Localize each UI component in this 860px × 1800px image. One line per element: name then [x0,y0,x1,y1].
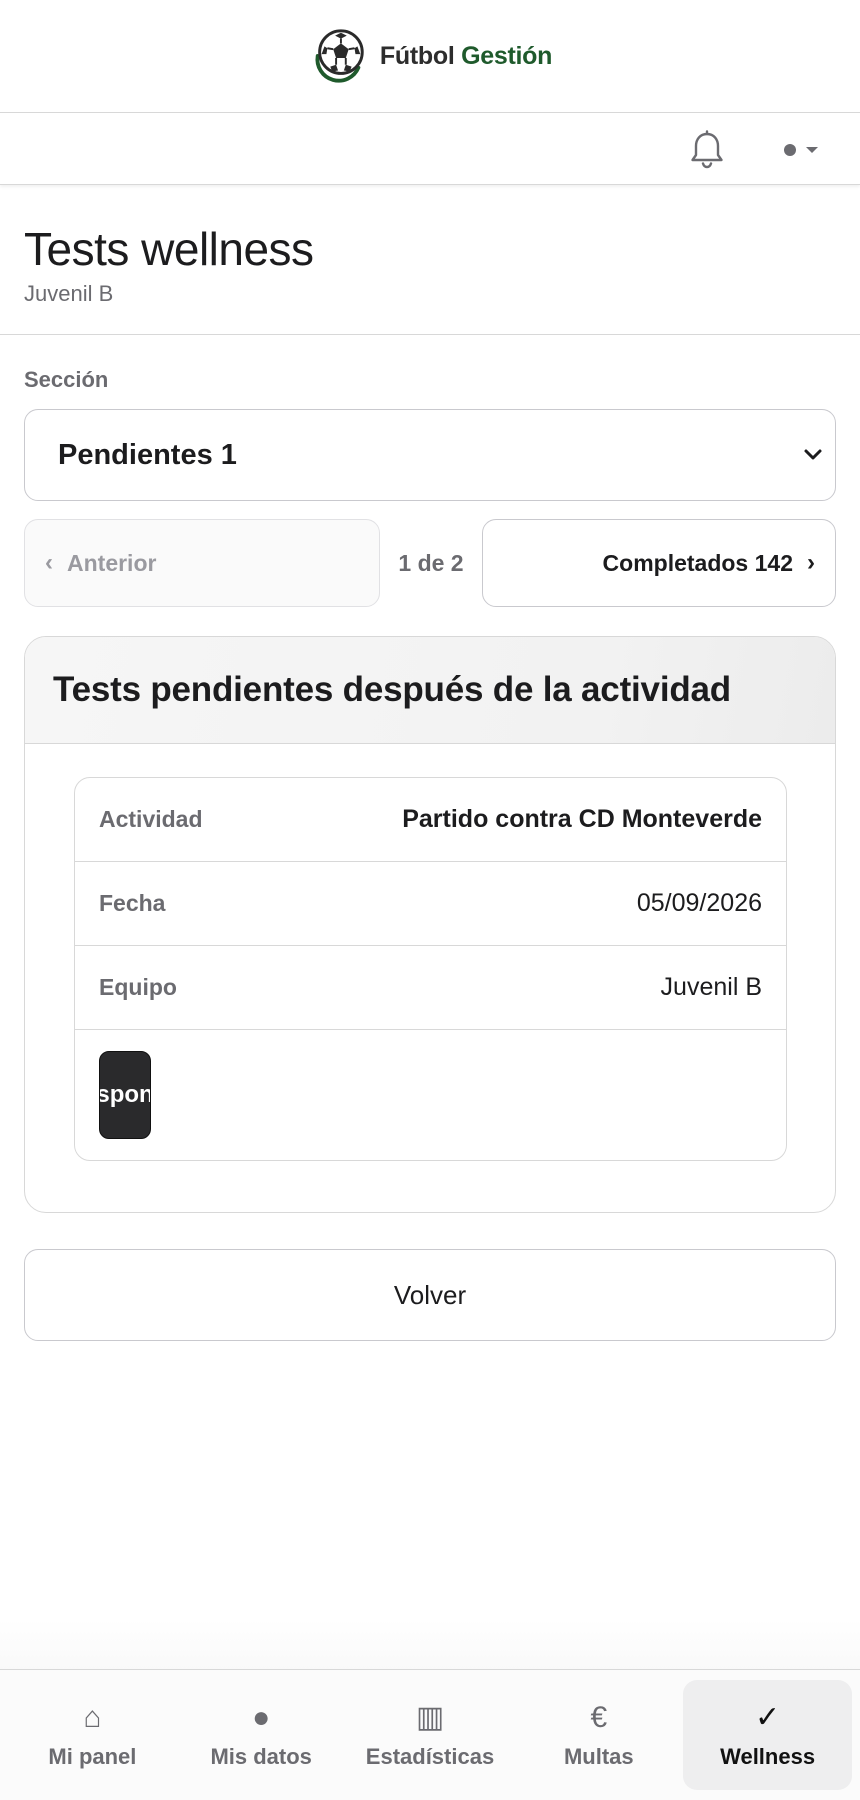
brand-name: Fútbol Gestión [380,42,552,71]
info-value: Partido contra CD Monteverde [402,805,762,833]
user-menu[interactable] [784,140,818,160]
respond-button-label: spon [99,1081,151,1108]
respond-button[interactable]: spon [99,1051,151,1139]
brand-logo-link[interactable]: Fútbol Gestión [308,25,552,87]
home-icon: ⌂ [83,1701,102,1734]
bottom-fade [0,1620,860,1670]
nav-item-wellness[interactable]: ✓ Wellness [683,1680,852,1790]
dot-icon: ● [252,1701,271,1734]
nav-label: Multas [563,1744,634,1769]
info-label: Actividad [99,806,203,832]
bell-icon[interactable] [688,130,726,170]
nav-label: Estadísticas [365,1744,495,1769]
info-action-row: spon [75,1030,786,1160]
previous-button-label: Anterior [67,549,157,576]
page-header: Tests wellness Juvenil B [0,185,860,335]
pending-tests-card: Tests pendientes después de la actividad… [24,636,836,1213]
page-count: 1 de 2 [398,549,464,576]
pager: ‹ Anterior 1 de 2 Completados 142 › [24,519,836,607]
previous-button[interactable]: ‹ Anterior [24,519,380,607]
section-select-value: Pendientes 1 [58,438,237,471]
nav-item-estadisticas[interactable]: ▥ Estadísticas [346,1680,515,1790]
nav-item-multas[interactable]: € Multas [514,1680,683,1790]
info-label: Fecha [99,890,166,916]
chevron-right-icon: › [807,549,815,576]
chevron-down-icon [804,449,822,460]
user-dot-icon [784,144,796,156]
stats-icon: ▥ [415,1701,445,1734]
euro-icon: € [590,1701,608,1734]
brand-name-part2: Gestión [461,41,553,70]
info-row-activity: Actividad Partido contra CD Monteverde [75,778,786,862]
info-value: 05/09/2026 [636,889,762,917]
nav-label: Wellness [720,1744,816,1769]
card-body: Actividad Partido contra CD Monteverde F… [25,744,835,1161]
page-subtitle: Juvenil B [24,281,114,307]
card-title: Tests pendientes después de la actividad [53,670,731,709]
caret-down-icon [806,147,818,153]
page-title: Tests wellness [24,223,314,275]
info-row-date: Fecha 05/09/2026 [75,862,786,946]
soccer-ball-icon [315,29,364,83]
nav-item-mis-datos[interactable]: ● Mis datos [177,1680,346,1790]
card-header: Tests pendientes después de la actividad [25,637,835,744]
back-button[interactable]: Volver [24,1249,836,1341]
chevron-left-icon: ‹ [45,549,53,576]
info-value: Juvenil B [660,973,762,1001]
info-row-team: Equipo Juvenil B [75,946,786,1030]
nav-item-mi-panel[interactable]: ⌂ Mi panel [8,1680,177,1790]
bottom-nav: ⌂ Mi panel ● Mis datos ▥ Estadísticas € … [0,1669,860,1800]
completed-button[interactable]: Completados 142 › [482,519,836,607]
nav-label: Mis datos [210,1744,312,1769]
info-label: Equipo [99,974,177,1000]
section-select[interactable]: Pendientes 1 [24,409,836,501]
brand-name-part1: Fútbol [379,41,455,70]
main-content: Sección Pendientes 1 ‹ Anterior 1 de 2 C… [0,367,860,1341]
completed-button-label: Completados 142 [602,549,793,576]
section-label: Sección [24,367,109,392]
nav-label: Mi panel [48,1744,137,1769]
activity-info-table: Actividad Partido contra CD Monteverde F… [74,777,787,1161]
top-bar [0,113,860,185]
check-icon: ✓ [755,1701,781,1734]
brand-header: Fútbol Gestión [0,0,860,113]
